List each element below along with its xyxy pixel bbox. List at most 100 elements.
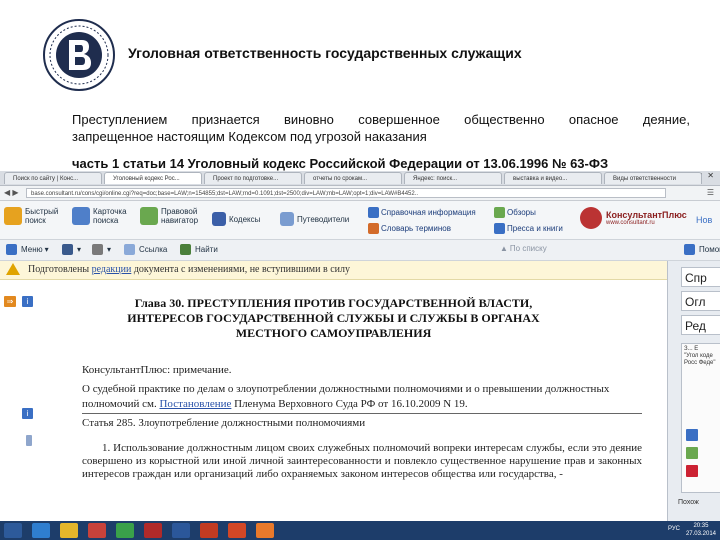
menu-button[interactable]: Меню ▾ (6, 244, 49, 255)
article-paragraph: 1. Использование должностным лицом своих… (82, 442, 642, 480)
dictionary-icon (368, 223, 379, 234)
chrome-icon[interactable] (116, 523, 134, 538)
menu-icon[interactable]: ☰ (707, 188, 714, 197)
browser-tab[interactable]: Поиск по сайту | Конс... (4, 172, 102, 184)
ie-icon[interactable] (32, 523, 50, 538)
browser-tab[interactable]: Проект по подготовке... (204, 172, 302, 184)
card-search-icon (72, 207, 90, 225)
media-icon[interactable] (88, 523, 106, 538)
browser-tab[interactable]: Уголовный кодекс Рос... (104, 172, 202, 184)
article-title: Статья 285. Злоупотребление должностными… (82, 417, 366, 429)
help-icon (684, 244, 695, 255)
definition-word: деяние, (642, 112, 690, 127)
language-indicator[interactable]: РУС (668, 526, 680, 532)
law-reference: часть 1 статьи 14 Уголовный кодекс Росси… (72, 156, 609, 171)
help-button[interactable]: Помощь (684, 244, 720, 255)
definition-word: виновно (284, 112, 334, 127)
link-button[interactable]: Ссылка (124, 244, 167, 255)
document-toolbar: Меню▾ ▾ ▾ Ссылка Найти ▲ По списку Помощ… (0, 240, 720, 261)
definition-word: опасное (568, 112, 619, 127)
definition-text: Преступлением признается виновно совершенно… (72, 111, 690, 145)
divider (82, 413, 642, 414)
print-icon (92, 244, 103, 255)
consultant-note-text: О судебной практике по делам о злоупотре… (82, 383, 610, 410)
right-side-panel: Спр Огл Ред З... Е "Угол коде Росс Феде"… (667, 261, 720, 521)
codes-icon (212, 212, 226, 226)
chapter-title-line: Глава 30. ПРЕСТУПЛЕНИЯ ПРОТИВ ГОСУДАРСТВ… (134, 296, 533, 310)
panel-editions-button[interactable]: Ред (681, 315, 720, 335)
opera-icon[interactable] (144, 523, 162, 538)
info-marker-icon[interactable]: i (22, 408, 33, 419)
definition-word: признается (191, 112, 260, 127)
find-icon (180, 244, 191, 255)
close-window-icon[interactable]: ✕ (707, 171, 714, 180)
terms-dictionary-link[interactable]: Словарь терминов (368, 223, 451, 234)
reviews-icon (494, 207, 505, 218)
reviews-link[interactable]: Обзоры (494, 207, 536, 218)
legal-navigator-button[interactable]: Правовой навигатор (140, 207, 205, 225)
clock[interactable]: 20:35 27.03.2014 (686, 522, 716, 538)
warning-icon (6, 263, 20, 275)
guides-icon (280, 212, 294, 226)
chapter-title-line: МЕСТНОГО САМОУПРАВЛЕНИЯ (235, 326, 432, 340)
definition-word: общественно (464, 112, 545, 127)
quick-search-icon (4, 207, 22, 225)
new-link[interactable]: Нов (696, 215, 712, 225)
panel-contents-button[interactable]: Огл (681, 291, 720, 311)
panel-reference-button[interactable]: Спр (681, 267, 720, 287)
up-arrow-icon: ▲ (500, 244, 508, 253)
definition-word: совершенное (358, 112, 440, 127)
definition-line-1: Преступлением признается виновно совершенно… (72, 111, 690, 128)
press-icon (494, 223, 505, 234)
card-search-button[interactable]: Карточка поиска (72, 207, 131, 225)
address-bar: ◀ ▶ base.consultant.ru/cons/cgi/online.c… (0, 186, 720, 201)
browser-screenshot: ✕ □ – Поиск по сайту | Конс...Уголовный … (0, 171, 720, 540)
save-icon (62, 244, 73, 255)
browser-tab[interactable]: Яндекс: поиск... (404, 172, 502, 184)
back-forward-icon[interactable]: ◀ ▶ (4, 188, 19, 197)
chevron-down-icon: ▾ (44, 245, 49, 254)
codes-button[interactable]: Кодексы (212, 212, 260, 226)
app-icon[interactable] (200, 523, 218, 538)
definition-word: Преступлением (72, 112, 168, 127)
browser-tab[interactable]: Виды ответственности (604, 172, 702, 184)
chapter-title-line: ИНТЕРЕСОВ ГОСУДАРСТВЕННОЙ СЛУЖБЫ И СЛУЖБ… (127, 311, 540, 325)
word-icon[interactable] (172, 523, 190, 538)
edition-notice: Подготовлены редакции документа с измене… (0, 261, 667, 280)
explorer-icon[interactable] (60, 523, 78, 538)
browser-tab[interactable]: отчеты по срокам... (304, 172, 402, 184)
browser-tab[interactable]: выставка и видео... (504, 172, 602, 184)
navigator-icon (140, 207, 158, 225)
paragraph-marker-icon[interactable] (26, 435, 32, 446)
link-icon (124, 244, 135, 255)
consultant-note-heading: КонсультантПлюс: примечание. (82, 364, 232, 376)
windows-taskbar: РУС 20:35 27.03.2014 (0, 521, 720, 540)
find-button[interactable]: Найти (180, 244, 218, 255)
menu-icon (6, 244, 17, 255)
print-button[interactable]: ▾ (92, 244, 111, 255)
notice-text: Подготовлены редакции документа с измене… (28, 264, 350, 275)
quick-search-button[interactable]: Быстрый поиск (4, 207, 63, 225)
panel-list-icon[interactable] (686, 447, 698, 459)
browser-tab-bar: ✕ □ – Поиск по сайту | Конс...Уголовный … (0, 171, 720, 186)
editions-link[interactable]: редакции (92, 264, 132, 275)
reference-info-link[interactable]: Справочная информация (368, 207, 476, 218)
consultant-logo: КонсультантПлюс www.consultant.ru (580, 207, 687, 229)
chevron-down-icon: ▾ (107, 245, 112, 254)
powerpoint-icon[interactable] (228, 523, 246, 538)
panel-bookmark-icon[interactable] (686, 465, 698, 477)
save-button[interactable]: ▾ (62, 244, 81, 255)
slide-title: Уголовная ответственность государственны… (128, 45, 522, 61)
resolution-link[interactable]: Постановление (159, 398, 231, 410)
press-books-link[interactable]: Пресса и книги (494, 223, 563, 234)
guides-button[interactable]: Путеводители (280, 212, 349, 226)
app-icon[interactable] (256, 523, 274, 538)
panel-similar-label[interactable]: Похож (678, 499, 699, 506)
panel-info-icon[interactable] (686, 429, 698, 441)
start-icon[interactable] (4, 523, 22, 538)
info-icon (368, 207, 379, 218)
consultant-logo-mark (580, 207, 602, 229)
url-field[interactable]: base.consultant.ru/cons/cgi/online.cgi?r… (26, 188, 666, 198)
search-in-list-field[interactable]: ▲ По списку (500, 244, 547, 253)
document-content: ⇒ i Глава 30. ПРЕСТУПЛЕНИЯ ПРОТИВ ГОСУДА… (0, 280, 667, 520)
